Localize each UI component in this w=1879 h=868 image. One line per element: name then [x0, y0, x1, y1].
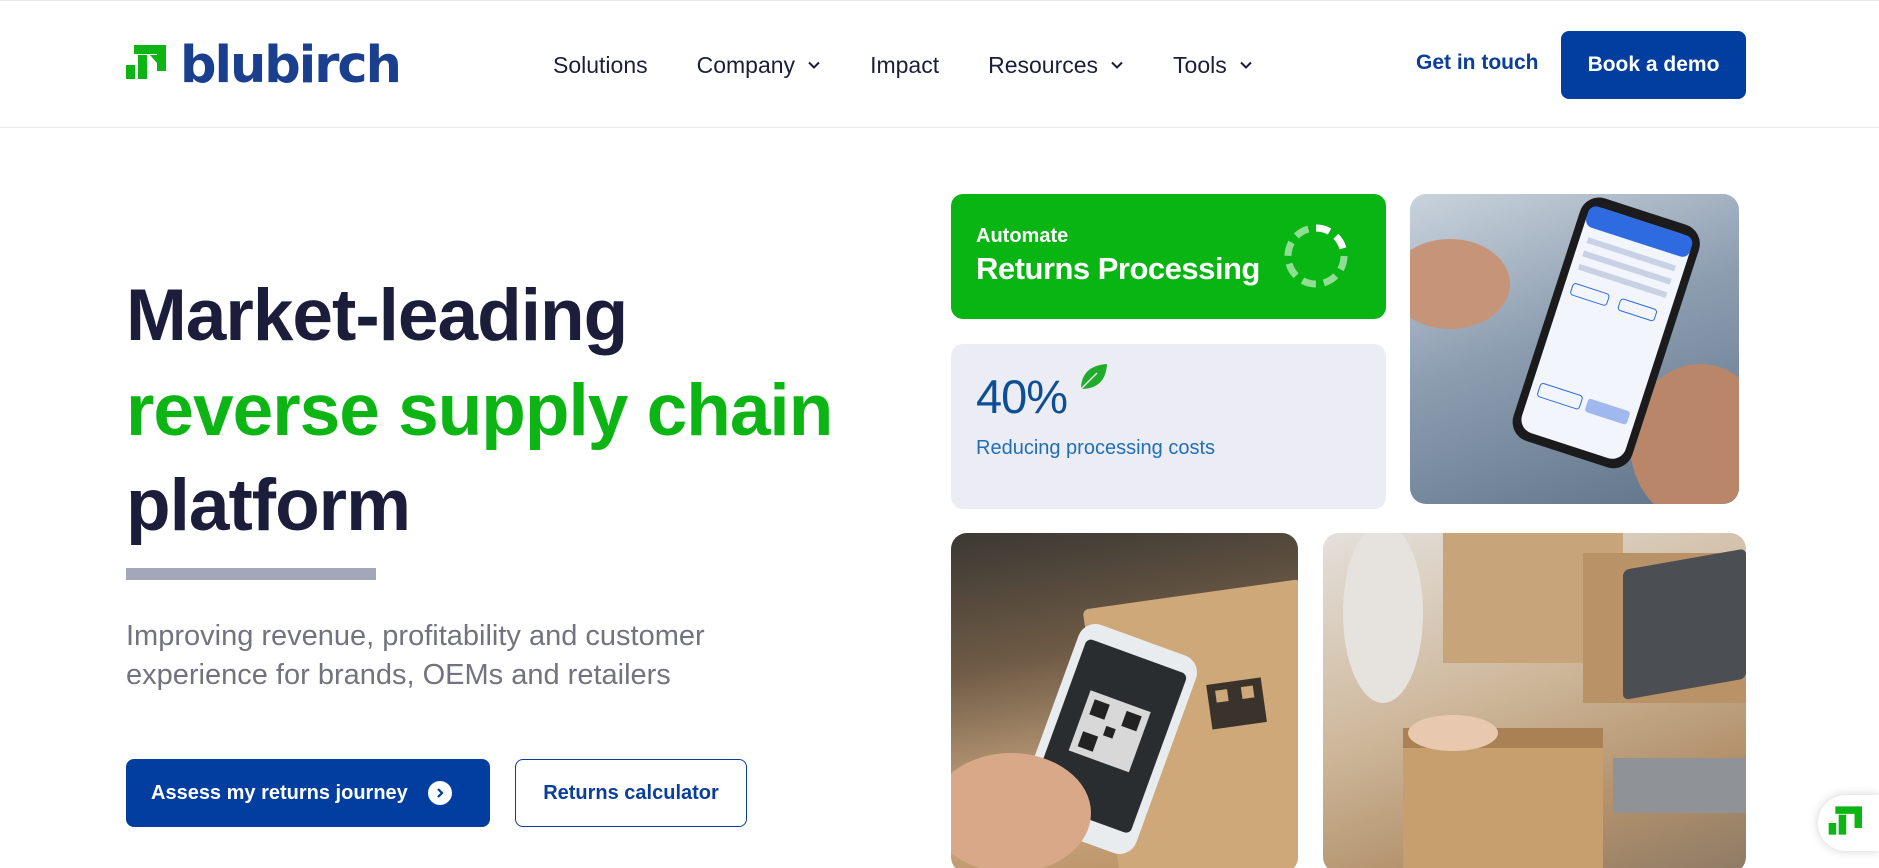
nav-item-impact[interactable]: Impact — [870, 52, 939, 79]
hero-title-line2: reverse supply chain — [126, 370, 833, 451]
returns-calculator-button[interactable]: Returns calculator — [515, 759, 747, 827]
blubirch-logo-icon — [126, 45, 166, 79]
nav-label: Company — [696, 51, 796, 78]
hero-title: Market-leading reverse supply chain plat… — [126, 268, 833, 553]
hero-subtitle: Improving revenue, profitability and cus… — [126, 620, 705, 691]
blubirch-logo-icon — [1828, 806, 1862, 835]
nav-label: Solutions — [553, 51, 648, 78]
stat-card: 40% Reducing processing costs — [951, 344, 1386, 509]
qr-scan-illustration — [951, 579, 1298, 868]
chevron-down-icon — [1240, 61, 1252, 69]
photo-phone-app — [1410, 194, 1739, 504]
phone-illustration — [1410, 197, 1739, 504]
brand-name: blubirch — [180, 35, 402, 95]
nav-label: Tools — [1173, 51, 1227, 78]
button-label: Assess my returns journey — [151, 781, 408, 804]
leaf-icon — [1080, 364, 1107, 390]
packing-desk-illustration — [1343, 533, 1746, 868]
chevron-down-icon — [808, 61, 820, 69]
nav-label: Resources — [988, 51, 1099, 78]
chevron-down-icon — [1111, 61, 1123, 69]
nav-item-company[interactable]: Company — [697, 52, 821, 79]
progress-ring-icon — [1284, 224, 1348, 288]
site-header: blubirch Solutions Company Impact Resour… — [0, 0, 1879, 128]
automate-card: Automate Returns Processing — [951, 194, 1386, 319]
hero-title-line1: Market-leading — [126, 275, 628, 356]
hero-title-line3: platform — [126, 465, 411, 546]
card-title: Returns Processing — [976, 251, 1260, 286]
chat-widget-button[interactable] — [1818, 795, 1879, 851]
arrow-right-circle-icon — [427, 781, 452, 805]
photo-qr-scan — [951, 533, 1298, 868]
brand-logo[interactable]: blubirch — [126, 35, 402, 95]
hero-divider — [126, 568, 376, 580]
book-demo-button[interactable]: Book a demo — [1561, 31, 1746, 99]
nav-item-tools[interactable]: Tools — [1173, 52, 1253, 79]
photo-packing-desk — [1323, 533, 1746, 868]
stat-value: 40% — [976, 370, 1068, 423]
stat-label: Reducing processing costs — [976, 437, 1216, 459]
get-in-touch-link[interactable]: Get in touch — [1416, 51, 1539, 75]
nav-item-solutions[interactable]: Solutions — [553, 52, 648, 79]
nav-label: Impact — [870, 51, 940, 78]
nav-item-resources[interactable]: Resources — [988, 52, 1124, 79]
assess-returns-button[interactable]: Assess my returns journey — [126, 759, 490, 827]
main-nav: Solutions Company Impact Resources Tools — [553, 45, 1302, 85]
card-kicker: Automate — [976, 225, 1069, 247]
